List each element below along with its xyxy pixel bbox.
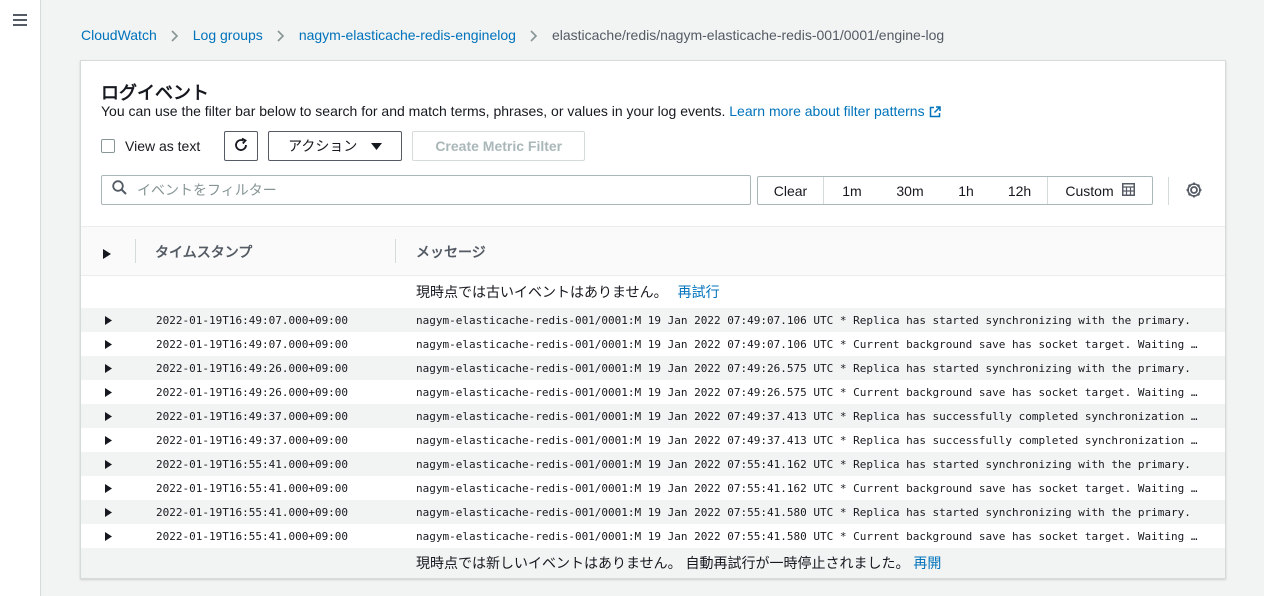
no-newer-events-notice: 現時点では新しいイベントはありません。 自動再試行が一時停止されました。 再開: [81, 548, 1225, 578]
row-timestamp: 2022-01-19T16:49:26.000+09:00: [156, 386, 349, 399]
row-timestamp: 2022-01-19T16:55:41.000+09:00: [156, 530, 349, 543]
column-divider: [135, 239, 136, 263]
column-divider: [395, 239, 396, 263]
expand-all-icon[interactable]: [103, 246, 111, 264]
table-row[interactable]: 2022-01-19T16:49:07.000+09:00 nagym-elas…: [81, 332, 1225, 356]
row-timestamp: 2022-01-19T16:49:26.000+09:00: [156, 362, 349, 375]
row-message: nagym-elasticache-redis-001/0001:M 19 Ja…: [416, 506, 1191, 519]
expand-triangle-icon[interactable]: [105, 459, 112, 472]
column-header-timestamp[interactable]: タイムスタンプ: [155, 242, 252, 262]
table-row[interactable]: 2022-01-19T16:49:26.000+09:00 nagym-elas…: [81, 356, 1225, 380]
no-older-events-notice: 現時点では古いイベントはありません。 再試行: [81, 277, 1225, 307]
breadcrumb-current-stream: elasticache/redis/nagym-elasticache-redi…: [551, 27, 945, 43]
filter-events-input[interactable]: [135, 181, 750, 199]
gear-icon[interactable]: [1185, 181, 1203, 199]
learn-more-label: Learn more about filter patterns: [729, 103, 925, 119]
menu-icon[interactable]: [13, 14, 27, 26]
breadcrumb-log-groups[interactable]: Log groups: [193, 27, 263, 43]
expand-triangle-icon[interactable]: [105, 435, 112, 448]
toolbar-divider: [1168, 177, 1169, 205]
expand-triangle-icon[interactable]: [105, 507, 112, 520]
clear-time-button[interactable]: Clear: [758, 177, 824, 204]
create-metric-filter-button[interactable]: Create Metric Filter: [412, 131, 586, 161]
caret-down-icon: [371, 138, 383, 154]
row-message: nagym-elasticache-redis-001/0001:M 19 Ja…: [416, 530, 1203, 543]
range-1h-button[interactable]: 1h: [940, 177, 992, 204]
row-message: nagym-elasticache-redis-001/0001:M 19 Ja…: [416, 434, 1203, 447]
no-older-events-text: 現時点では古いイベントはありません。: [416, 284, 668, 300]
row-timestamp: 2022-01-19T16:49:07.000+09:00: [156, 314, 349, 327]
calendar-icon: [1121, 182, 1135, 199]
table-row[interactable]: 2022-01-19T16:55:41.000+09:00 nagym-elas…: [81, 500, 1225, 524]
row-message: nagym-elasticache-redis-001/0001:M 19 Ja…: [416, 458, 1191, 471]
actions-dropdown[interactable]: アクション: [268, 131, 403, 161]
breadcrumb-log-group[interactable]: nagym-elasticache-redis-enginelog: [299, 27, 516, 43]
expand-triangle-icon[interactable]: [105, 387, 112, 400]
table-row[interactable]: 2022-01-19T16:49:37.000+09:00 nagym-elas…: [81, 404, 1225, 428]
time-range-selector: Clear 1m 30m 1h 12h Custom: [757, 176, 1153, 205]
retry-link[interactable]: 再試行: [678, 284, 720, 300]
row-timestamp: 2022-01-19T16:55:41.000+09:00: [156, 458, 349, 471]
row-message: nagym-elasticache-redis-001/0001:M 19 Ja…: [416, 362, 1191, 375]
filter-events-field[interactable]: [101, 175, 751, 205]
expand-triangle-icon[interactable]: [105, 363, 112, 376]
chevron-right-icon: [157, 27, 193, 43]
panel-description: You can use the filter bar below to sear…: [101, 103, 941, 121]
no-newer-events-text: 現時点では新しいイベントはありません。 自動再試行が一時停止されました。: [416, 555, 910, 571]
resume-link[interactable]: 再開: [913, 555, 941, 571]
range-30m-button[interactable]: 30m: [880, 177, 940, 204]
row-message: nagym-elasticache-redis-001/0001:M 19 Ja…: [416, 482, 1203, 495]
table-row[interactable]: 2022-01-19T16:55:41.000+09:00 nagym-elas…: [81, 524, 1225, 548]
table-row[interactable]: 2022-01-19T16:55:41.000+09:00 nagym-elas…: [81, 476, 1225, 500]
range-custom-button[interactable]: Custom: [1048, 177, 1152, 204]
row-message: nagym-elasticache-redis-001/0001:M 19 Ja…: [416, 338, 1203, 351]
view-as-text-label: View as text: [125, 138, 201, 154]
table-row[interactable]: 2022-01-19T16:49:07.000+09:00 nagym-elas…: [81, 308, 1225, 332]
table-row[interactable]: 2022-01-19T16:49:26.000+09:00 nagym-elas…: [81, 380, 1225, 404]
page-title: ログイベント: [101, 83, 209, 103]
expand-triangle-icon[interactable]: [105, 339, 112, 352]
row-message: nagym-elasticache-redis-001/0001:M 19 Ja…: [416, 410, 1203, 423]
view-as-text-checkbox[interactable]: [101, 139, 115, 153]
learn-more-link[interactable]: Learn more about filter patterns: [729, 103, 941, 121]
search-icon: [112, 180, 127, 200]
range-12h-button[interactable]: 12h: [992, 177, 1048, 204]
row-message: nagym-elasticache-redis-001/0001:M 19 Ja…: [416, 314, 1191, 327]
row-timestamp: 2022-01-19T16:55:41.000+09:00: [156, 506, 349, 519]
expand-triangle-icon[interactable]: [105, 483, 112, 496]
column-header-message[interactable]: メッセージ: [416, 242, 486, 262]
log-events-panel: ログイベント You can use the filter bar below …: [80, 60, 1226, 579]
range-1m-button[interactable]: 1m: [824, 177, 880, 204]
toolbar: View as text アクション Create Metric Filter: [101, 131, 586, 161]
table-row[interactable]: 2022-01-19T16:55:41.000+09:00 nagym-elas…: [81, 452, 1225, 476]
custom-label: Custom: [1065, 182, 1114, 199]
row-timestamp: 2022-01-19T16:49:37.000+09:00: [156, 434, 349, 447]
table-row[interactable]: 2022-01-19T16:49:37.000+09:00 nagym-elas…: [81, 428, 1225, 452]
row-timestamp: 2022-01-19T16:55:41.000+09:00: [156, 482, 349, 495]
expand-triangle-icon[interactable]: [105, 315, 112, 328]
chevron-right-icon: [263, 27, 299, 43]
row-timestamp: 2022-01-19T16:49:07.000+09:00: [156, 338, 349, 351]
refresh-icon: [233, 137, 249, 156]
refresh-button[interactable]: [224, 131, 259, 161]
log-events-table: 2022-01-19T16:49:07.000+09:00 nagym-elas…: [81, 308, 1225, 548]
chevron-right-icon: [516, 27, 552, 43]
side-navigation-rail: [0, 0, 41, 596]
actions-label: アクション: [288, 138, 358, 154]
breadcrumb-cloudwatch[interactable]: CloudWatch: [81, 27, 157, 43]
expand-triangle-icon[interactable]: [105, 411, 112, 424]
row-timestamp: 2022-01-19T16:49:37.000+09:00: [156, 410, 349, 423]
external-link-icon: [929, 105, 941, 121]
table-header: タイムスタンプ メッセージ: [81, 226, 1225, 276]
breadcrumb: CloudWatch Log groups nagym-elasticache-…: [81, 26, 944, 44]
expand-triangle-icon[interactable]: [105, 531, 112, 544]
description-text: You can use the filter bar below to sear…: [101, 103, 726, 119]
row-message: nagym-elasticache-redis-001/0001:M 19 Ja…: [416, 386, 1203, 399]
